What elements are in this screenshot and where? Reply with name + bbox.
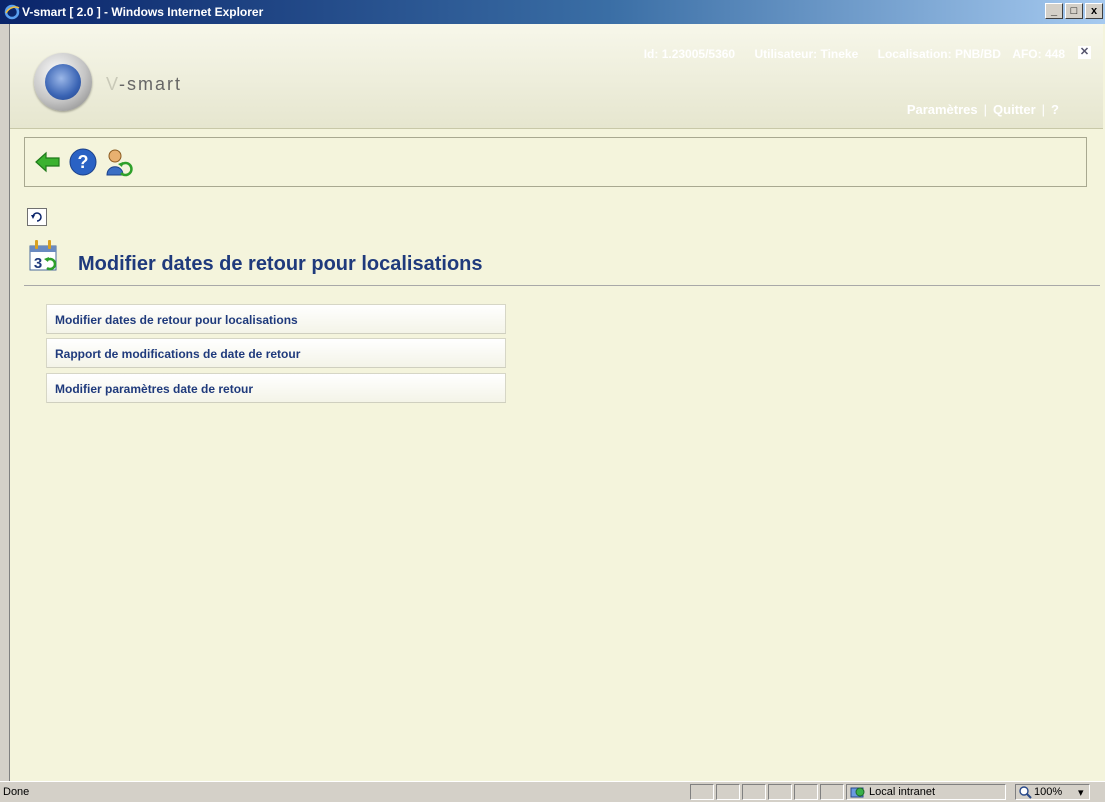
window-frame-left bbox=[0, 24, 10, 781]
zoom-control[interactable]: 100% ▾ bbox=[1015, 784, 1090, 800]
window-title: V-smart [ 2.0 ] - Windows Internet Explo… bbox=[22, 5, 264, 19]
help-link[interactable]: ? bbox=[1051, 102, 1059, 117]
status-cell bbox=[716, 784, 740, 800]
zoom-icon bbox=[1019, 786, 1032, 799]
header-links: Paramètres | Quitter |? bbox=[907, 102, 1059, 117]
status-cell bbox=[742, 784, 766, 800]
status-text: Done bbox=[3, 786, 30, 798]
intranet-globe-icon bbox=[850, 787, 865, 798]
zoom-level: 100% bbox=[1034, 786, 1063, 798]
menu-item-return-date-parameters[interactable]: Modifier paramètres date de retour bbox=[46, 373, 506, 403]
help-icon[interactable]: ? bbox=[68, 147, 98, 177]
undo-button[interactable] bbox=[27, 208, 47, 226]
page-title: Modifier dates de retour pour localisati… bbox=[78, 253, 483, 275]
svg-text:3: 3 bbox=[34, 255, 42, 272]
logo-emblem-icon bbox=[45, 64, 81, 100]
vsmart-logo bbox=[34, 53, 92, 111]
link-separator: | bbox=[983, 102, 988, 117]
app-header: V-smart Id: 1.23005/5360 Utilisateur: Ti… bbox=[10, 24, 1103, 129]
status-cell bbox=[794, 784, 818, 800]
security-zone[interactable]: Local intranet bbox=[846, 784, 1006, 800]
session-info: Id: 1.23005/5360 Utilisateur: Tineke Loc… bbox=[628, 47, 1065, 61]
menu-item-modify-return-dates[interactable]: Modifier dates de retour pour localisati… bbox=[46, 304, 506, 334]
status-cell bbox=[768, 784, 792, 800]
user-refresh-icon[interactable] bbox=[103, 147, 133, 177]
close-window-button[interactable]: x bbox=[1085, 3, 1103, 19]
session-afo: AFO: 448 bbox=[1012, 47, 1065, 61]
session-location: Localisation: PNB/BD bbox=[877, 47, 1001, 61]
back-arrow-icon[interactable] bbox=[33, 147, 63, 177]
session-id: Id: 1.23005/5360 bbox=[643, 47, 736, 61]
status-bar: Done Local intranet 100% ▾ bbox=[0, 781, 1105, 802]
maximize-button[interactable]: □ bbox=[1065, 3, 1083, 19]
zoom-dropdown-icon[interactable]: ▾ bbox=[1078, 786, 1084, 799]
svg-text:?: ? bbox=[78, 152, 89, 172]
link-separator: | bbox=[1041, 102, 1046, 117]
ie-browser-icon bbox=[4, 4, 20, 20]
session-user: Utilisateur: Tineke bbox=[754, 47, 859, 61]
heading-divider bbox=[24, 285, 1100, 286]
undo-icon bbox=[31, 212, 42, 222]
quit-link[interactable]: Quitter bbox=[993, 102, 1036, 117]
zone-label: Local intranet bbox=[869, 786, 936, 798]
close-session-icon[interactable]: ✕ bbox=[1078, 46, 1091, 59]
minimize-button[interactable]: _ bbox=[1045, 3, 1063, 19]
toolbar: ? bbox=[24, 137, 1087, 187]
calendar-refresh-icon: 3 bbox=[29, 240, 57, 272]
parameters-link[interactable]: Paramètres bbox=[907, 102, 978, 117]
window-titlebar: V-smart [ 2.0 ] - Windows Internet Explo… bbox=[0, 0, 1105, 24]
status-cell bbox=[690, 784, 714, 800]
menu-item-return-date-report[interactable]: Rapport de modifications de date de reto… bbox=[46, 338, 506, 368]
status-cell bbox=[820, 784, 844, 800]
app-logo-text: V-smart bbox=[106, 74, 183, 94]
